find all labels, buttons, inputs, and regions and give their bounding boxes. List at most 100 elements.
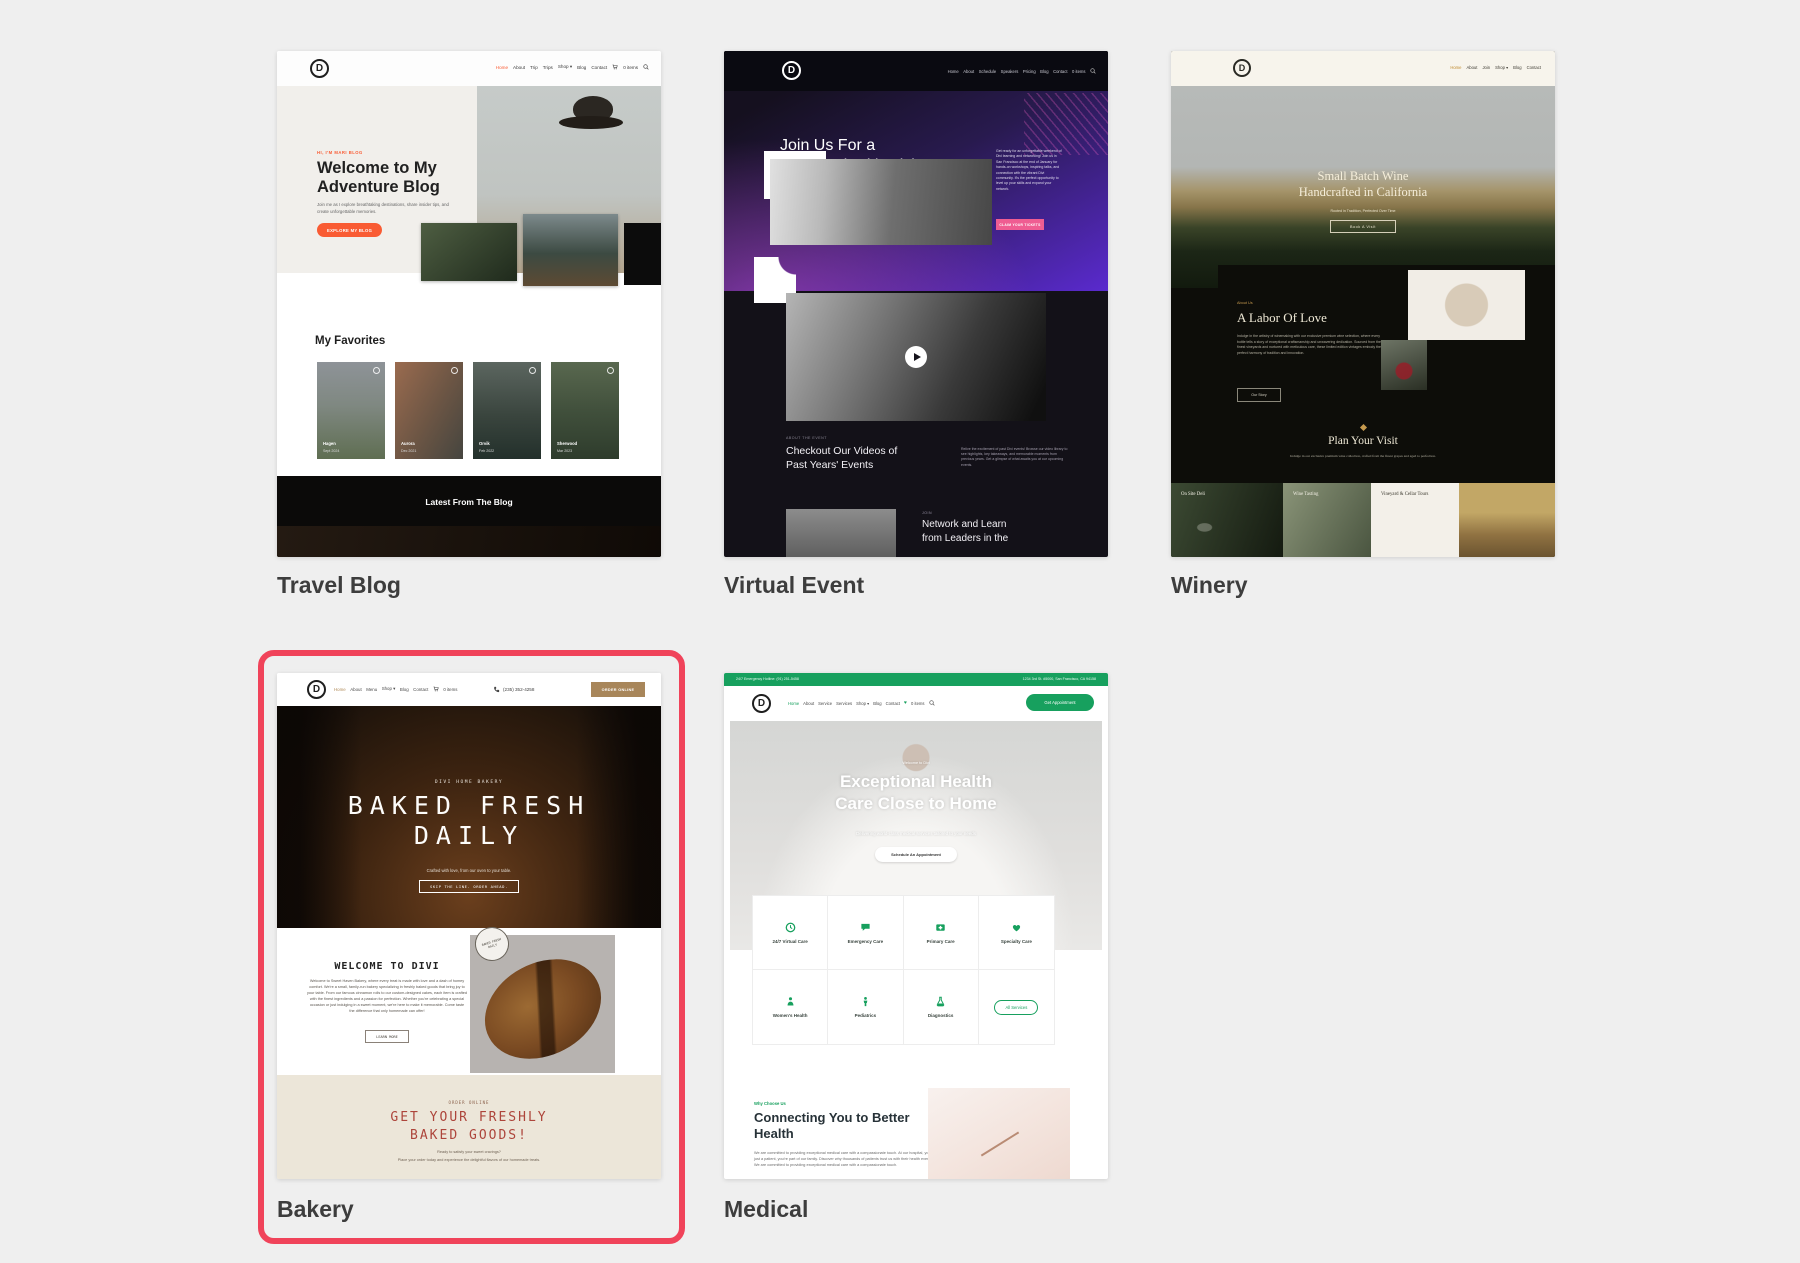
nav-item: Shop ▾ xyxy=(856,701,869,706)
bakery-order-eyebrow: ORDER ONLINE xyxy=(277,1100,661,1105)
travel-hero-title-1: Welcome to My xyxy=(317,159,437,178)
travel-hero-title-2: Adventure Blog xyxy=(317,178,440,197)
nav-item: Home xyxy=(1450,65,1461,70)
nav-item: Schedule xyxy=(979,69,996,74)
nav-item: Home xyxy=(788,701,799,706)
medical-hero-title-1: Exceptional Health xyxy=(730,772,1102,792)
travel-photo-dark xyxy=(624,223,661,285)
phone-icon xyxy=(493,686,500,693)
bakery-hero-title-2: DAILY xyxy=(277,821,661,850)
play-icon xyxy=(905,346,927,368)
nav-item: Menu xyxy=(366,687,377,692)
favorite-date: Sept 2024 xyxy=(323,449,339,453)
winery-about-text: Indulge in the artistry of winemaking wi… xyxy=(1237,334,1389,356)
emergency-hotline: 24/7 Emergency Hotline: (91) 251-5458 xyxy=(736,677,799,681)
nav-item: Speakers xyxy=(1001,69,1019,74)
event-mini-header: D Home About Schedule Speakers Pricing B… xyxy=(724,51,1108,91)
medical-services-grid: 24/7 Virtual Care Emergency Care Primary… xyxy=(752,895,1055,1045)
cart-icon xyxy=(612,64,618,70)
travel-photo-waterfall xyxy=(421,223,517,281)
travel-footer-photo xyxy=(277,526,661,557)
cart-count: 0 items xyxy=(443,687,457,692)
nav-item: Blog xyxy=(1513,65,1521,70)
nav-item: Home xyxy=(948,69,959,74)
event-about-text: Relive the excitement of past Divi event… xyxy=(961,447,1071,468)
template-label-bakery[interactable]: Bakery xyxy=(277,1196,354,1223)
service-card: Pediatrics xyxy=(828,970,903,1044)
child-icon xyxy=(860,996,871,1007)
winery-mini-nav: Home About Join Shop ▾ Blog Contact xyxy=(1450,65,1541,70)
event-join-title-2: from Leaders in the xyxy=(922,533,1008,544)
pencil-shape xyxy=(981,1131,1019,1156)
first-aid-icon xyxy=(935,922,946,933)
favorite-name: Sherwood xyxy=(557,441,577,446)
medical-hero-sub: Delivering world-class medical services … xyxy=(730,831,1102,836)
event-speakers-photo xyxy=(770,159,992,245)
favorite-name: Aurora xyxy=(401,441,415,446)
travel-mini-nav: Home About Trip Trips Shop ▾ Blog Contac… xyxy=(496,64,649,70)
nav-item: Home xyxy=(334,687,346,692)
bakery-hero: DIVI HOME BAKERY BAKED FRESH DAILY Craft… xyxy=(277,706,661,928)
all-services-cell: All Services xyxy=(979,970,1054,1044)
medical-why-text: We are committed to providing exceptiona… xyxy=(754,1150,944,1169)
get-appointment-button: Get Appointment xyxy=(1026,694,1094,711)
template-label-virtual-event[interactable]: Virtual Event xyxy=(724,572,864,599)
template-card-medical[interactable]: 24/7 Emergency Hotline: (91) 251-5458 12… xyxy=(724,673,1108,1179)
event-hero-cta-button: CLAIM YOUR TICKETS xyxy=(996,219,1044,230)
winery-hero-cta-button: Book A Visit xyxy=(1330,220,1396,233)
bakery-phone: (235) 352-4258 xyxy=(503,687,534,692)
nav-item: About xyxy=(513,65,525,70)
favorite-card: Orvik Feb 2022 xyxy=(473,362,541,459)
bakery-hero-sub: Crafted with love, from our oven to your… xyxy=(277,868,661,873)
winery-bottles-photo xyxy=(1381,340,1427,390)
medical-mini-header: D Home About Service Services Shop ▾ Blo… xyxy=(724,686,1108,721)
template-label-winery[interactable]: Winery xyxy=(1171,572,1247,599)
search-icon xyxy=(929,700,935,706)
service-card: Primary Care xyxy=(904,896,979,970)
bakery-order-title-2: BAKED GOODS! xyxy=(277,1128,661,1143)
medical-why-photo xyxy=(928,1088,1070,1179)
travel-photo-lake xyxy=(523,214,618,286)
favorite-name: Hagen xyxy=(323,441,336,446)
clock-icon xyxy=(785,922,796,933)
nav-item: About xyxy=(803,701,814,706)
nav-item: Trips xyxy=(543,65,553,70)
nav-item: Contact xyxy=(1527,65,1541,70)
bakery-order-button: ORDER ONLINE xyxy=(591,682,645,697)
favorite-date: Dec 2021 xyxy=(401,449,416,453)
template-label-travel-blog[interactable]: Travel Blog xyxy=(277,572,401,599)
event-mini-nav: Home About Schedule Speakers Pricing Blo… xyxy=(948,68,1096,74)
nav-item: Join xyxy=(1482,65,1490,70)
bakery-phone-group: (235) 352-4258 xyxy=(493,686,534,693)
winery-hero-photo: Small Batch Wine Handcrafted in Californ… xyxy=(1171,86,1555,288)
template-card-bakery[interactable]: D Home About Menu Shop ▾ Blog Contact 0 … xyxy=(277,673,661,1179)
heart-icon: ♥ xyxy=(904,700,907,706)
compass-icon xyxy=(373,367,380,374)
template-card-winery[interactable]: D Home About Join Shop ▾ Blog Contact Sm… xyxy=(1171,51,1555,557)
event-about-title-2: Past Years' Events xyxy=(786,459,873,471)
nav-item: Shop ▾ xyxy=(382,686,396,692)
schedule-appointment-button: Schedule An Appointment xyxy=(875,847,957,862)
medical-hero-eyebrow: Welcome to Divi xyxy=(730,761,1102,765)
winery-plate-photo xyxy=(1408,270,1525,340)
travel-mini-header: D Home About Trip Trips Shop ▾ Blog Cont… xyxy=(277,51,661,86)
nav-item: Contact xyxy=(591,65,607,70)
favorites-title: My Favorites xyxy=(315,335,385,347)
event-hero-text: Get ready for an unforgettable weekend o… xyxy=(996,149,1062,192)
nav-item: Contact xyxy=(1053,69,1067,74)
event-video-photo xyxy=(786,293,1046,421)
medical-topbar: 24/7 Emergency Hotline: (91) 251-5458 12… xyxy=(724,673,1108,686)
winery-tile-tours: Vineyard & Cellar Tours xyxy=(1371,483,1459,557)
nav-item: About xyxy=(350,687,361,692)
template-label-medical[interactable]: Medical xyxy=(724,1196,808,1223)
bakery-order-section: ORDER ONLINE GET YOUR FRESHLY BAKED GOOD… xyxy=(277,1075,661,1179)
compass-icon xyxy=(607,367,614,374)
winery-mini-header: D Home About Join Shop ▾ Blog Contact xyxy=(1171,51,1555,86)
winery-hero-sub: Rooted in Tradition, Perfected Over Time xyxy=(1171,209,1555,213)
event-bottom-photo xyxy=(786,509,896,557)
nav-item: About xyxy=(1466,65,1477,70)
compass-icon xyxy=(529,367,536,374)
nav-item: Blog xyxy=(873,701,881,706)
template-card-virtual-event[interactable]: D Home About Schedule Speakers Pricing B… xyxy=(724,51,1108,557)
template-card-travel-blog[interactable]: D Home About Trip Trips Shop ▾ Blog Cont… xyxy=(277,51,661,557)
